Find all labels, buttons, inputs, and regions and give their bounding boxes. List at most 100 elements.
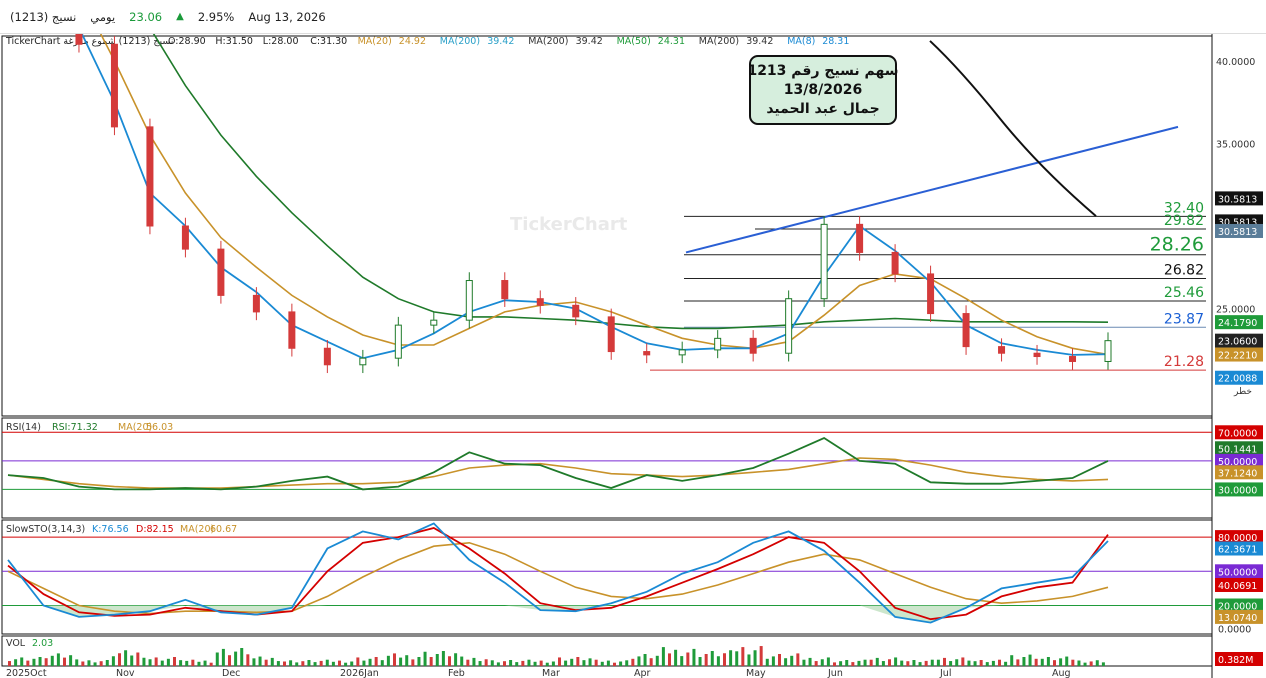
volume-bar (1059, 658, 1063, 666)
volume-bar (973, 661, 977, 666)
stoch-ma-value: 60.67 (210, 524, 237, 535)
volume-bar (582, 660, 586, 666)
volume-bar (796, 653, 800, 666)
price-tag-text: 30.5813 (1218, 194, 1257, 205)
stoch-tag-text: 50.0000 (1218, 567, 1257, 578)
volume-bar (515, 662, 519, 666)
volume-bar (350, 661, 354, 666)
volume-bar (20, 657, 24, 666)
volume-bar (99, 661, 103, 666)
x-axis-label: Jul (939, 668, 951, 678)
volume-bar (625, 660, 629, 666)
volume-bar (955, 659, 959, 666)
ma-legend-label: MA(20) (358, 36, 392, 47)
volume-bar (668, 653, 671, 666)
volume-bar (87, 660, 91, 666)
ma-legend-label: MA(200) (699, 36, 739, 47)
ma-legend-value: 39.42 (487, 36, 514, 47)
stoch-tag-text: 40.0691 (1218, 581, 1257, 592)
candle-body (217, 248, 225, 296)
volume-title: VOL (6, 638, 26, 649)
volume-bar (558, 657, 561, 666)
candle-body (146, 126, 154, 227)
volume-bar (130, 655, 134, 666)
candle-body (785, 298, 793, 354)
ma-legend-value: 24.31 (658, 36, 685, 47)
volume-bar (765, 658, 769, 666)
candle-body (856, 223, 864, 253)
volume-bar (197, 661, 201, 666)
volume-bar (466, 659, 470, 666)
volume-bar (961, 657, 965, 666)
panel-frame-rsi (1, 417, 1213, 519)
volume-bar (698, 657, 702, 666)
ma-legend-value: 39.42 (746, 36, 773, 47)
volume-bar (729, 650, 733, 666)
volume-bar (173, 657, 176, 666)
ohlc-value: O:28.90 (168, 36, 206, 47)
volume-bar (240, 648, 244, 666)
volume-bar (1010, 655, 1014, 666)
candle-body (998, 346, 1006, 354)
candle-body (607, 316, 615, 353)
annotation-line: 13/8/2026 (784, 82, 862, 98)
volume-bar (63, 657, 66, 666)
candle-body (1033, 352, 1041, 358)
volume-bar (619, 661, 623, 666)
chart-area[interactable]: TickerChart TickerChart نسيج (1213) شموع … (0, 34, 1266, 678)
volume-bar (38, 657, 42, 666)
volume-bar (723, 653, 726, 666)
volume-bar (631, 658, 635, 666)
volume-bar (826, 657, 830, 666)
volume-bar (606, 660, 610, 666)
volume-bar (399, 657, 403, 666)
level-label: 28.26 (1150, 234, 1204, 256)
volume-bar (69, 655, 73, 666)
volume-bar (949, 661, 953, 666)
volume-bar (594, 659, 598, 666)
volume-bar (704, 654, 708, 666)
period-label[interactable]: يومي (90, 10, 115, 24)
volume-bar (295, 662, 299, 666)
x-axis-label: Apr (634, 668, 651, 678)
symbol-label[interactable]: نسيج (1213) (10, 10, 76, 24)
price-label: 23.06 (129, 9, 163, 24)
volume-bar (576, 657, 580, 666)
volume-bar (136, 652, 140, 666)
axis-note: خطر (1233, 387, 1252, 397)
stoch-k-value: K:76.56 (92, 524, 129, 535)
volume-bar (118, 653, 121, 666)
volume-bar (148, 659, 152, 666)
candle-body (927, 273, 935, 315)
volume-bar (356, 657, 360, 666)
volume-bar (289, 660, 293, 666)
candle-body (891, 251, 899, 275)
x-axis-label: May (746, 668, 766, 678)
volume-bar (368, 658, 372, 666)
volume-bar (1022, 657, 1026, 666)
x-axis-label: Dec (222, 668, 240, 678)
volume-bar (429, 657, 433, 666)
volume-bar (814, 661, 818, 666)
rsi-tag-text: 50.1441 (1218, 444, 1257, 455)
price-tag-text: 22.2210 (1218, 351, 1257, 362)
volume-bar (863, 659, 867, 666)
volume-bar (991, 660, 995, 666)
volume-bar (674, 649, 678, 666)
volume-bar (527, 659, 531, 666)
level-label: 21.28 (1164, 354, 1204, 370)
candle-body (288, 311, 296, 349)
volume-bar (1016, 659, 1020, 666)
volume-bar (215, 652, 219, 666)
volume-bar (716, 656, 720, 666)
volume-bar (735, 651, 739, 666)
volume-bar (283, 661, 286, 666)
volume-bar (661, 647, 665, 666)
candle-body (359, 357, 367, 366)
volume-bar (460, 656, 464, 666)
candle-body (1069, 356, 1077, 362)
volume-bar (551, 661, 555, 666)
volume-bar (386, 655, 390, 666)
volume-bar (75, 659, 79, 666)
rsi-tag-text: 70.0000 (1218, 428, 1257, 439)
